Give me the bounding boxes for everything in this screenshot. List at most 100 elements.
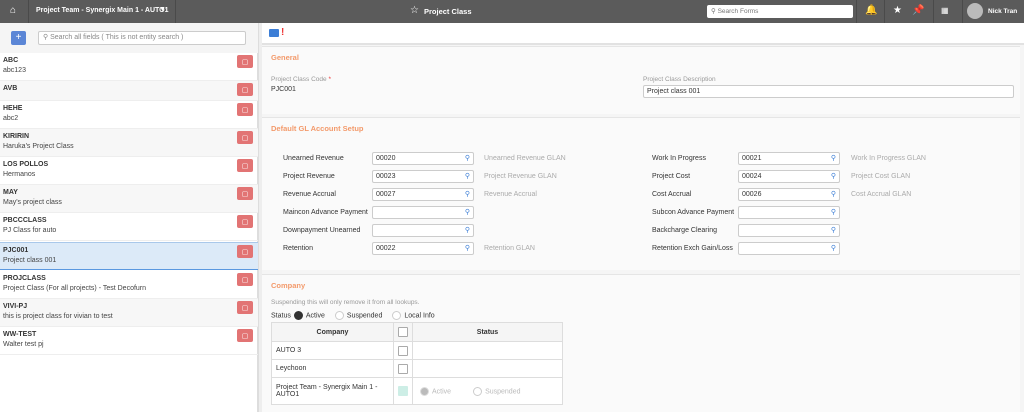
gl-account-input[interactable]: 00021 ⚲ [738, 152, 840, 165]
list-item[interactable]: MAY May's project class ▢ [0, 185, 258, 213]
trash-icon: ▢ [241, 87, 249, 94]
team-selector[interactable]: Project Team - Synergix Main 1 - AUTO1 [36, 7, 169, 14]
search-icon[interactable]: ⚲ [465, 207, 470, 218]
glan-text: Revenue Accrual [484, 191, 537, 198]
table-row: AUTO 3 [271, 341, 563, 360]
form-toolbar: ! [262, 23, 1024, 45]
list-item[interactable]: HEHE abc2 ▢ [0, 101, 258, 129]
option-label: Local Info [404, 312, 435, 320]
search-icon[interactable]: ⚲ [465, 225, 470, 236]
search-forms-placeholder: Search Forms [717, 8, 759, 15]
favorite-star-icon[interactable]: ☆ [410, 5, 419, 16]
delete-button[interactable]: ▢ [237, 159, 253, 172]
gl-label: Unearned Revenue [283, 155, 344, 162]
status-radio-group: Status Active Suspended Local Info [271, 311, 435, 320]
company-name: Project Team - Synergix Main 1 - AUTO1 [271, 377, 394, 405]
section-title: Default GL Account Setup [271, 124, 364, 133]
star-icon[interactable]: ★ [893, 5, 902, 16]
delete-button[interactable]: ▢ [237, 187, 253, 200]
delete-button[interactable]: ▢ [237, 215, 253, 228]
bell-icon[interactable]: 🔔 [865, 5, 877, 16]
gl-account-input[interactable]: 00024 ⚲ [738, 170, 840, 183]
status-local-info-radio[interactable] [392, 311, 402, 320]
gl-account-input[interactable]: 00027 ⚲ [372, 188, 474, 201]
gl-label: Subcon Advance Payment [652, 209, 735, 216]
gl-account-input[interactable]: 00023 ⚲ [372, 170, 474, 183]
search-icon[interactable]: ⚲ [831, 207, 836, 218]
item-description: abc2 [3, 115, 19, 122]
list-item[interactable]: PROJCLASS Project Class (For all projects… [0, 271, 258, 299]
page-title: Project Class [424, 7, 472, 16]
row-active-radio[interactable] [420, 386, 429, 396]
gl-label: Downpayment Unearned [283, 227, 361, 234]
item-code: LOS POLLOS [3, 161, 49, 168]
item-code: ABC [3, 57, 19, 64]
save-icon[interactable] [269, 29, 279, 37]
list-item[interactable]: PBCCCLASS PJ Class for auto ▢ [0, 213, 258, 241]
avatar[interactable] [967, 3, 983, 19]
delete-button[interactable]: ▢ [237, 83, 253, 96]
pin-icon[interactable]: 📌 [912, 5, 924, 16]
status-suspended-radio[interactable] [334, 311, 344, 320]
chart-icon[interactable]: ▦ [941, 6, 949, 15]
delete-button[interactable]: ▢ [237, 329, 253, 342]
status-active-radio[interactable] [293, 311, 303, 320]
delete-button[interactable]: ▢ [237, 103, 253, 116]
search-icon[interactable]: ⚲ [831, 189, 836, 200]
company-section: Company Suspending this will only remove… [262, 274, 1020, 412]
search-icon[interactable]: ⚲ [831, 153, 836, 164]
search-icon[interactable]: ⚲ [831, 171, 836, 182]
gl-label: Retention [283, 245, 313, 252]
gl-account-input[interactable]: ⚲ [372, 206, 474, 219]
list-item[interactable]: LOS POLLOS Hermanos ▢ [0, 157, 258, 185]
search-all-fields-input[interactable]: ⚲ Search all fields ( This is not entity… [38, 31, 246, 45]
search-icon[interactable]: ⚲ [831, 225, 836, 236]
delete-button[interactable]: ▢ [237, 301, 253, 314]
gl-value: 00024 [742, 173, 762, 180]
search-icon[interactable]: ⚲ [465, 153, 470, 164]
search-forms-input[interactable]: ⚲ Search Forms [707, 5, 853, 18]
gl-account-input[interactable]: ⚲ [738, 206, 840, 219]
gl-account-input[interactable]: 00020 ⚲ [372, 152, 474, 165]
delete-button[interactable]: ▢ [237, 273, 253, 286]
gl-account-input[interactable]: 00022 ⚲ [372, 242, 474, 255]
delete-button[interactable]: ▢ [237, 55, 253, 68]
add-button[interactable]: + [11, 31, 26, 45]
item-description: May's project class [3, 199, 62, 206]
list-item[interactable]: PJC001 Project class 001 ▢ [0, 242, 258, 270]
user-name[interactable]: Nick Tran [988, 8, 1017, 15]
gl-account-input[interactable]: ⚲ [738, 224, 840, 237]
row-checkbox-checked[interactable] [398, 386, 408, 396]
list-item[interactable]: KIRIRIN Haruka's Project Class ▢ [0, 129, 258, 157]
item-code: VIVI-PJ [3, 303, 28, 310]
alert-icon[interactable]: ! [281, 27, 284, 38]
list-item[interactable]: VIVI-PJ this is project class for vivian … [0, 299, 258, 327]
list-item[interactable]: WW-TEST Walter test pj ▢ [0, 327, 258, 355]
gl-label: Project Revenue [283, 173, 335, 180]
select-all-checkbox[interactable] [398, 327, 408, 337]
list-item[interactable]: AVB ▢ [0, 81, 258, 101]
row-checkbox[interactable] [398, 345, 408, 356]
search-placeholder: Search all fields ( This is not entity s… [50, 34, 184, 41]
item-description: Project class 001 [3, 257, 57, 264]
row-suspended-radio[interactable] [473, 386, 483, 396]
list-item[interactable]: ABC abc123 ▢ [0, 53, 258, 81]
delete-button[interactable]: ▢ [237, 131, 253, 144]
trash-icon: ▢ [241, 135, 249, 142]
gl-account-input[interactable]: ⚲ [738, 242, 840, 255]
chevron-down-icon[interactable]: ▼ [159, 6, 166, 13]
search-icon[interactable]: ⚲ [465, 171, 470, 182]
gl-account-input[interactable]: 00026 ⚲ [738, 188, 840, 201]
search-icon[interactable]: ⚲ [465, 243, 470, 254]
item-code: PBCCCLASS [3, 217, 47, 224]
search-icon[interactable]: ⚲ [831, 243, 836, 254]
home-icon[interactable]: ⌂ [10, 5, 16, 16]
project-class-code-value: PJC001 [271, 86, 296, 93]
search-icon[interactable]: ⚲ [465, 189, 470, 200]
gl-value: 00027 [376, 191, 396, 198]
row-checkbox[interactable] [398, 363, 408, 374]
project-class-description-input[interactable]: Project class 001 [643, 85, 1014, 98]
delete-button[interactable]: ▢ [237, 245, 253, 258]
trash-icon: ▢ [241, 107, 249, 114]
gl-account-input[interactable]: ⚲ [372, 224, 474, 237]
